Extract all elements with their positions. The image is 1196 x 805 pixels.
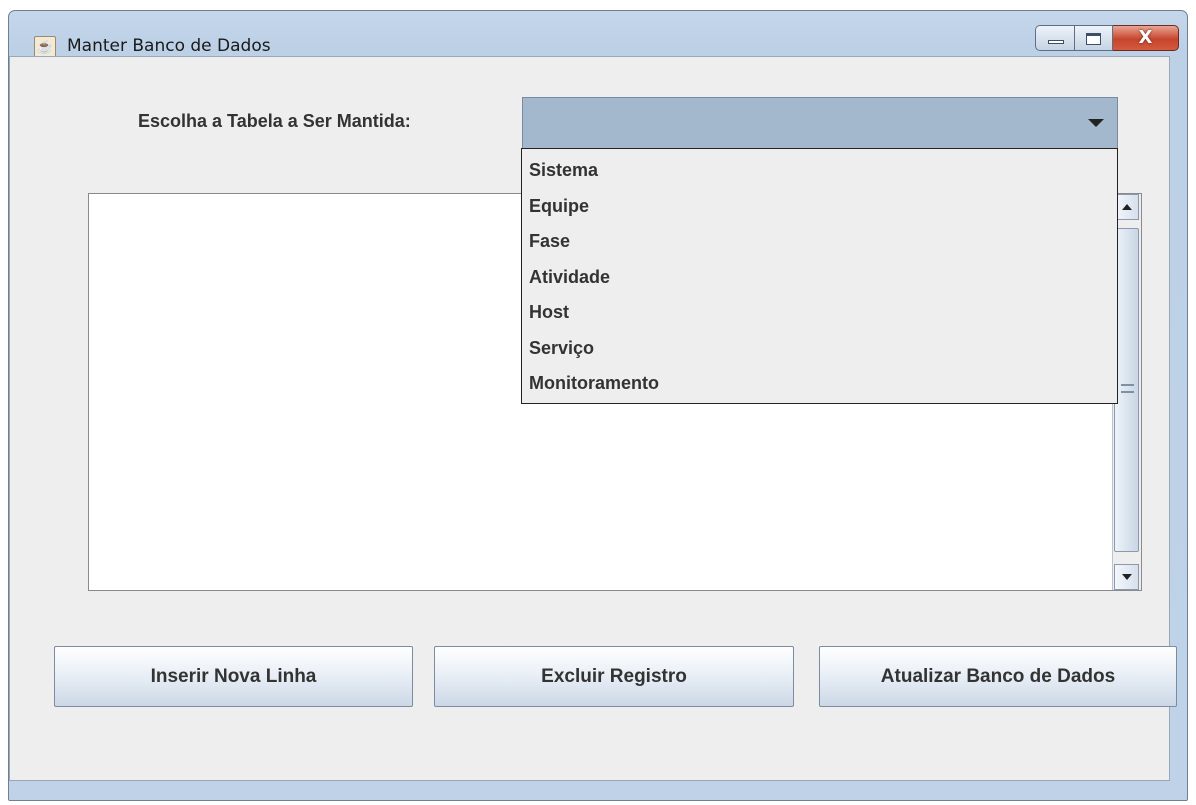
insert-row-button[interactable]: Inserir Nova Linha <box>54 646 413 707</box>
dropdown-option-monitoramento[interactable]: Monitoramento <box>522 368 1117 404</box>
dropdown-option-host[interactable]: Host <box>522 297 1117 333</box>
delete-record-button[interactable]: Excluir Registro <box>434 646 794 707</box>
maximize-icon <box>1086 33 1101 45</box>
window-title: Manter Banco de Dados <box>67 36 271 56</box>
update-database-button[interactable]: Atualizar Banco de Dados <box>819 646 1177 707</box>
minimize-icon <box>1048 40 1064 44</box>
dropdown-option-equipe[interactable]: Equipe <box>522 191 1117 227</box>
java-app-icon[interactable]: ☕ <box>34 36 56 58</box>
table-choice-label: Escolha a Tabela a Ser Mantida: <box>138 111 411 131</box>
scroll-down-arrow-icon[interactable] <box>1114 564 1139 590</box>
dropdown-option-fase[interactable]: Fase <box>522 226 1117 262</box>
dropdown-option-atividade[interactable]: Atividade <box>522 262 1117 298</box>
table-dropdown-list: Sistema Equipe Fase Atividade Host Servi… <box>521 148 1118 404</box>
dropdown-option-servico[interactable]: Serviço <box>522 333 1117 369</box>
close-button[interactable]: X <box>1113 25 1179 51</box>
minimize-button[interactable] <box>1035 25 1075 51</box>
close-icon: X <box>1138 27 1153 48</box>
chevron-down-icon[interactable] <box>1073 98 1117 148</box>
scroll-grip-icon <box>1121 384 1134 393</box>
dropdown-option-sistema[interactable]: Sistema <box>522 155 1117 191</box>
window-controls: X <box>1035 25 1179 53</box>
maximize-button[interactable] <box>1075 25 1113 51</box>
table-select-combobox[interactable] <box>522 97 1118 149</box>
